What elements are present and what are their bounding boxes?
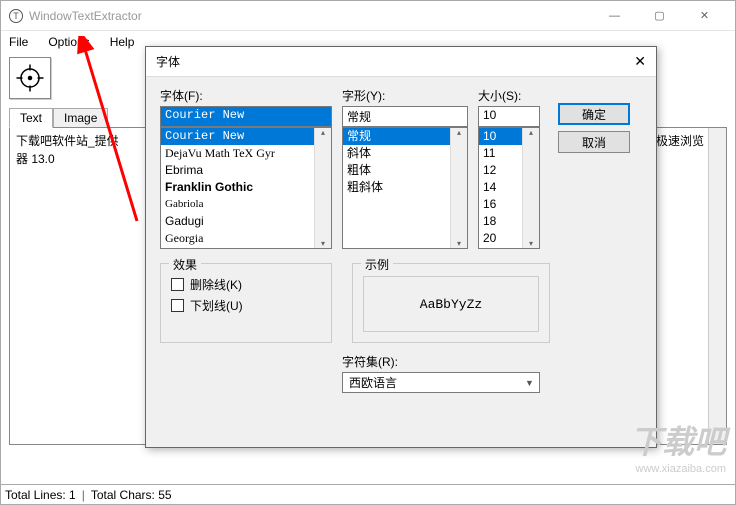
- checkbox-icon: [171, 299, 184, 312]
- window-title: WindowTextExtractor: [29, 9, 592, 23]
- minimize-button[interactable]: —: [592, 1, 637, 31]
- sample-group: 示例 AaBbYyZz: [352, 263, 550, 343]
- style-item[interactable]: 常规: [343, 128, 467, 145]
- target-picker-button[interactable]: [9, 57, 51, 99]
- font-label: 字体(F):: [160, 87, 332, 104]
- title-bar: T WindowTextExtractor — ▢ ✕: [1, 1, 735, 31]
- font-input[interactable]: Courier New: [160, 106, 332, 127]
- effects-label: 效果: [169, 256, 201, 273]
- status-bar: Total Lines: 1 | Total Chars: 55: [1, 484, 735, 504]
- menu-file[interactable]: File: [9, 35, 28, 49]
- menu-help[interactable]: Help: [110, 35, 135, 49]
- scrollbar[interactable]: [522, 128, 539, 248]
- size-label: 大小(S):: [478, 87, 540, 104]
- checkbox-icon: [171, 278, 184, 291]
- style-item[interactable]: 粗斜体: [343, 179, 467, 196]
- charset-label: 字符集(R):: [342, 353, 540, 370]
- size-list[interactable]: 10 11 12 14 16 18 20: [478, 127, 540, 249]
- size-input[interactable]: 10: [478, 106, 540, 127]
- sample-label: 示例: [361, 256, 393, 273]
- dialog-title-bar: 字体 ✕: [146, 47, 656, 77]
- app-icon: T: [9, 9, 23, 23]
- scrollbar[interactable]: [314, 128, 331, 248]
- cancel-button[interactable]: 取消: [558, 131, 630, 153]
- status-chars-label: Total Chars:: [91, 488, 155, 502]
- charset-dropdown[interactable]: 西欧语言 ▼: [342, 372, 540, 393]
- watermark-logo: 下载吧: [630, 417, 726, 463]
- font-item[interactable]: Gadugi: [161, 213, 331, 230]
- dialog-close-button[interactable]: ✕: [634, 53, 646, 70]
- style-input[interactable]: 常规: [342, 106, 468, 127]
- style-item[interactable]: 粗体: [343, 162, 467, 179]
- font-dialog: 字体 ✕ 字体(F): Courier New Courier New Deja…: [145, 46, 657, 448]
- font-item[interactable]: Franklin Gothic: [161, 179, 331, 196]
- extracted-text-left: 下载吧软件站_提供 器 13.0: [16, 134, 119, 166]
- menu-options[interactable]: Options: [48, 35, 89, 49]
- watermark: 下载吧 www.xiazaiba.com: [630, 417, 726, 475]
- font-item[interactable]: Ebrima: [161, 162, 331, 179]
- style-item[interactable]: 斜体: [343, 145, 467, 162]
- tab-text[interactable]: Text: [9, 108, 53, 128]
- sample-preview: AaBbYyZz: [363, 276, 539, 332]
- status-lines-value: 1: [69, 488, 76, 502]
- font-item[interactable]: Georgia: [161, 230, 331, 247]
- style-label: 字形(Y):: [342, 87, 468, 104]
- maximize-button[interactable]: ▢: [637, 1, 682, 31]
- watermark-url: www.xiazaiba.com: [630, 463, 726, 475]
- font-item[interactable]: Gabriola: [161, 196, 331, 213]
- status-lines-label: Total Lines:: [5, 488, 66, 502]
- style-list[interactable]: 常规 斜体 粗体 粗斜体: [342, 127, 468, 249]
- strikeout-checkbox[interactable]: 删除线(K): [171, 276, 321, 293]
- ok-button[interactable]: 确定: [558, 103, 630, 125]
- dialog-title: 字体: [156, 53, 180, 70]
- font-list[interactable]: Courier New DejaVu Math TeX Gyr Ebrima F…: [160, 127, 332, 249]
- close-button[interactable]: ✕: [682, 1, 727, 31]
- font-item[interactable]: DejaVu Math TeX Gyr: [161, 145, 331, 162]
- font-item[interactable]: Courier New: [161, 128, 331, 145]
- tab-image[interactable]: Image: [53, 108, 108, 128]
- extracted-text-right: 极速浏览: [656, 132, 704, 150]
- chevron-down-icon: ▼: [522, 378, 537, 388]
- status-chars-value: 55: [158, 488, 171, 502]
- scrollbar[interactable]: [450, 128, 467, 248]
- effects-group: 效果 删除线(K) 下划线(U): [160, 263, 332, 343]
- window-controls: — ▢ ✕: [592, 1, 727, 31]
- underline-checkbox[interactable]: 下划线(U): [171, 297, 321, 314]
- crosshair-icon: [15, 63, 45, 93]
